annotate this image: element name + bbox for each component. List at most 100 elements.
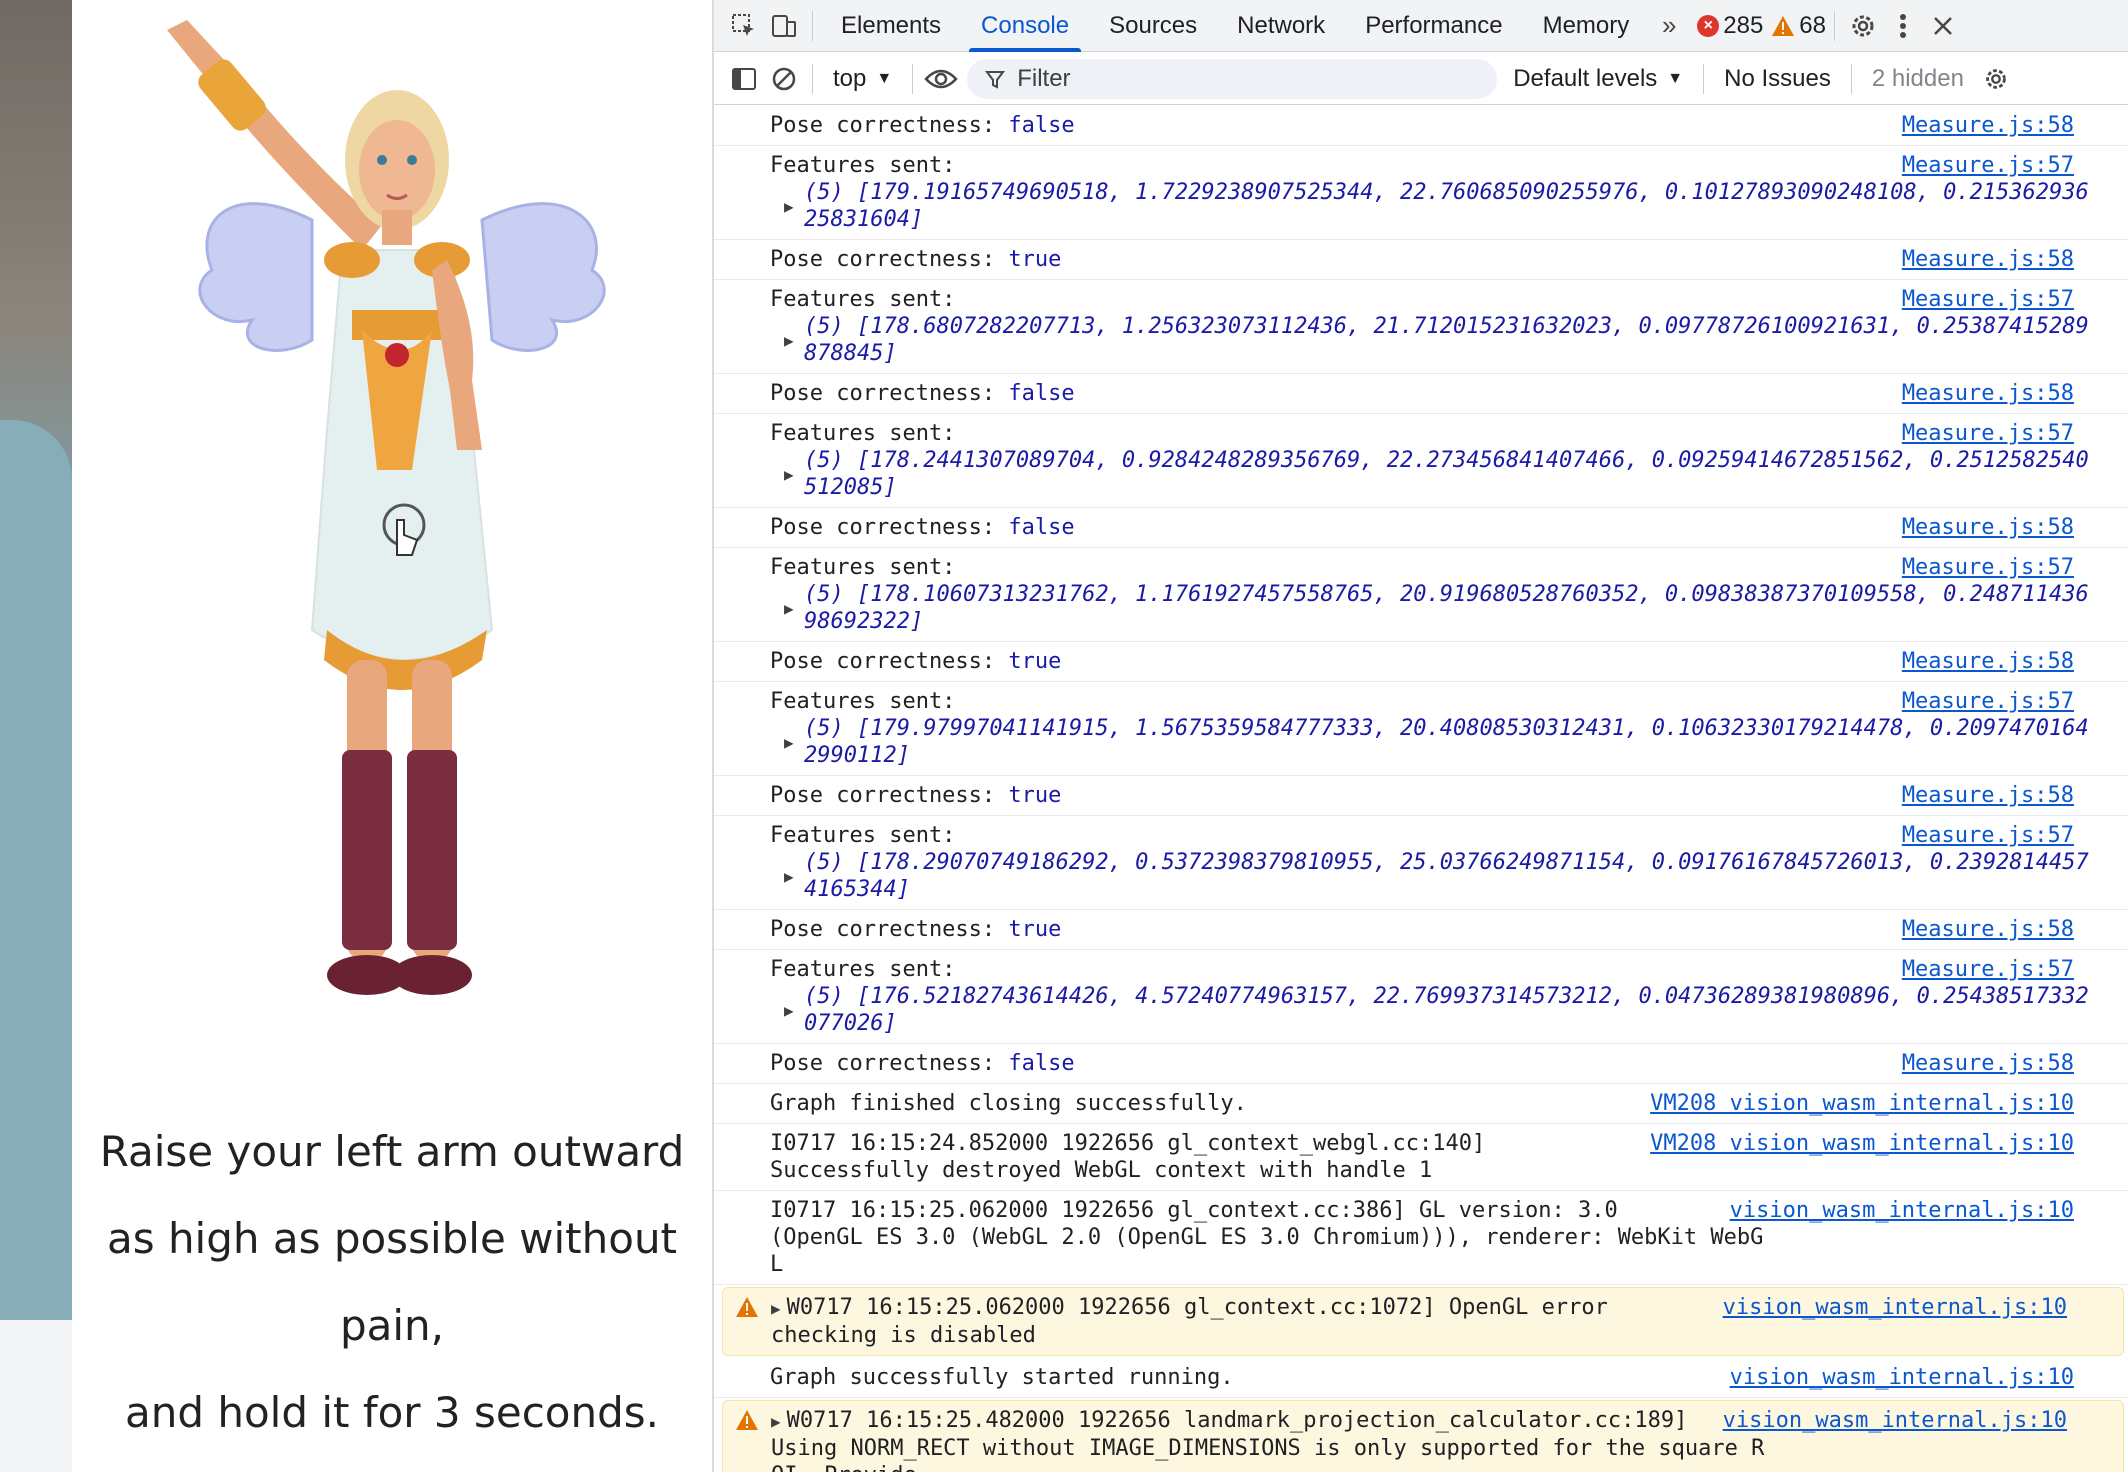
log-text: Graph finished closing successfully. — [770, 1091, 1247, 1116]
expand-triangle-icon[interactable]: ▶ — [771, 1412, 781, 1431]
boolean-value: true — [1008, 649, 1062, 674]
array-preview[interactable]: ▶ (5) [179.97997041141915, 1.567535958477… — [770, 715, 2092, 769]
tab-performance[interactable]: Performance — [1345, 0, 1522, 52]
source-link[interactable]: VM208 vision_wasm_internal.js:10 — [1650, 1130, 2074, 1157]
warning-icon — [736, 1410, 758, 1430]
source-link[interactable]: Measure.js:58 — [1902, 514, 2074, 541]
array-preview[interactable]: ▶ (5) [178.6807282207713, 1.2563230731124… — [770, 313, 2092, 367]
console-message-row: Measure.js:57 Features sent: ▶ (5) [179.191… — [714, 146, 2128, 240]
array-preview[interactable]: ▶ (5) [178.29070749186292, 0.537239837981… — [770, 849, 2092, 903]
expand-triangle-icon[interactable]: ▶ — [784, 327, 794, 354]
source-link[interactable]: vision_wasm_internal.js:10 — [1723, 1407, 2067, 1434]
error-icon: × — [1697, 14, 1720, 37]
tab-sources[interactable]: Sources — [1089, 0, 1217, 52]
inspect-element-icon[interactable] — [724, 6, 764, 46]
source-link[interactable]: Measure.js:57 — [1902, 152, 2074, 179]
issues-button[interactable]: No Issues — [1712, 65, 1843, 93]
source-link[interactable]: vision_wasm_internal.js:10 — [1730, 1364, 2074, 1391]
settings-gear-icon[interactable] — [1843, 6, 1883, 46]
tab-elements[interactable]: Elements — [821, 0, 961, 52]
array-preview[interactable]: ▶ (5) [176.52182743614426, 4.572407749631… — [770, 983, 2092, 1037]
dropdown-arrow-icon: ▼ — [1667, 69, 1684, 87]
source-link[interactable]: Measure.js:58 — [1902, 246, 2074, 273]
right-wing — [480, 202, 606, 352]
close-devtools-icon[interactable] — [1923, 6, 1963, 46]
source-link[interactable]: VM208 vision_wasm_internal.js:10 — [1650, 1090, 2074, 1117]
expand-triangle-icon[interactable]: ▶ — [784, 595, 794, 622]
array-text: (5) [178.10607313231762, 1.1761927457558… — [804, 582, 2089, 634]
device-toolbar-icon[interactable] — [764, 6, 804, 46]
tab-console[interactable]: Console — [961, 0, 1089, 52]
warning-icon — [1772, 15, 1795, 36]
source-link[interactable]: Measure.js:57 — [1902, 286, 2074, 313]
source-link[interactable]: Measure.js:58 — [1902, 648, 2074, 675]
game-canvas[interactable]: Raise your left arm outward as high as p… — [72, 0, 712, 1472]
console-message-row: vision_wasm_internal.js:10 Graph successf… — [714, 1358, 2128, 1398]
warning-counter[interactable]: 68 — [1771, 12, 1826, 40]
array-text: (5) [179.97997041141915, 1.5675359584777… — [804, 716, 2089, 768]
more-tabs-chevron-icon[interactable]: » — [1649, 6, 1689, 46]
kebab-menu-icon[interactable] — [1883, 6, 1923, 46]
source-link[interactable]: Measure.js:58 — [1902, 380, 2074, 407]
log-levels-dropdown[interactable]: Default levels ▼ — [1501, 65, 1695, 93]
expand-triangle-icon[interactable]: ▶ — [784, 193, 794, 220]
webcam-user-pants — [0, 1320, 72, 1472]
console-message-row: Measure.js:57 Features sent: ▶ (5) [178.680… — [714, 280, 2128, 374]
log-levels-label: Default levels — [1513, 64, 1658, 92]
left-wing — [198, 202, 314, 352]
boolean-value: true — [1008, 783, 1062, 808]
source-link[interactable]: Measure.js:57 — [1902, 420, 2074, 447]
array-text: (5) [178.2441307089704, 0.92842482893567… — [804, 448, 2089, 500]
boolean-value: false — [1008, 515, 1075, 540]
expand-triangle-icon[interactable]: ▶ — [784, 461, 794, 488]
expand-triangle-icon[interactable]: ▶ — [784, 997, 794, 1024]
heart-gem — [385, 343, 409, 367]
clear-console-icon[interactable] — [764, 59, 804, 99]
array-preview[interactable]: ▶ (5) [178.2441307089704, 0.9284248289356… — [770, 447, 2092, 501]
filter-input[interactable] — [1017, 64, 1458, 93]
boolean-value: false — [1008, 113, 1075, 138]
webcam-user-shirt — [0, 420, 72, 1320]
error-count: 285 — [1723, 11, 1764, 39]
sidebar-toggle-icon[interactable] — [724, 59, 764, 99]
console-message-row: Measure.js:57 Features sent: ▶ (5) [179.979… — [714, 682, 2128, 776]
source-link[interactable]: Measure.js:58 — [1902, 1050, 2074, 1077]
error-counter[interactable]: × 285 — [1697, 12, 1763, 40]
tab-memory[interactable]: Memory — [1523, 0, 1650, 52]
source-link[interactable]: Measure.js:58 — [1902, 112, 2074, 139]
source-link[interactable]: vision_wasm_internal.js:10 — [1730, 1197, 2074, 1224]
expand-triangle-icon[interactable]: ▶ — [784, 863, 794, 890]
live-expression-eye-icon[interactable] — [921, 59, 961, 99]
source-link[interactable]: Measure.js:57 — [1902, 554, 2074, 581]
boolean-value: true — [1008, 247, 1062, 272]
source-link[interactable]: Measure.js:57 — [1902, 822, 2074, 849]
warning-icon — [736, 1297, 758, 1317]
source-link[interactable]: Measure.js:58 — [1902, 782, 2074, 809]
source-link[interactable]: Measure.js:57 — [1902, 688, 2074, 715]
warning-count: 68 — [1799, 11, 1826, 39]
log-text: W0717 16:15:25.062000 1922656 gl_context… — [771, 1295, 1608, 1348]
console-message-row: Measure.js:58 Pose correctness: false — [714, 374, 2128, 414]
log-label: Features sent: — [770, 421, 956, 446]
log-label: Pose correctness: — [770, 113, 996, 138]
source-link[interactable]: vision_wasm_internal.js:10 — [1723, 1294, 2067, 1321]
log-label: Features sent: — [770, 153, 956, 178]
expand-triangle-icon[interactable]: ▶ — [784, 729, 794, 756]
log-label: Pose correctness: — [770, 649, 996, 674]
log-label: Features sent: — [770, 689, 956, 714]
source-link[interactable]: Measure.js:58 — [1902, 916, 2074, 943]
console-toolbar: top ▼ Default levels ▼ No Issues 2 hidde… — [714, 53, 2128, 105]
log-text: I0717 16:15:25.062000 1922656 gl_context… — [770, 1198, 1764, 1277]
array-preview[interactable]: ▶ (5) [179.19165749690518, 1.722923890752… — [770, 179, 2092, 233]
filter-field[interactable] — [967, 58, 1498, 99]
console-settings-gear-icon[interactable] — [1976, 59, 2016, 99]
tab-network[interactable]: Network — [1217, 0, 1345, 52]
context-selector[interactable]: top ▼ — [821, 65, 904, 93]
console-message-row: Measure.js:58 Pose correctness: true — [714, 776, 2128, 816]
boolean-value: false — [1008, 381, 1075, 406]
array-preview[interactable]: ▶ (5) [178.10607313231762, 1.176192745755… — [770, 581, 2092, 635]
source-link[interactable]: Measure.js:57 — [1902, 956, 2074, 983]
instruction-line: Raise your left arm outward — [99, 1127, 685, 1176]
expand-triangle-icon[interactable]: ▶ — [771, 1299, 781, 1318]
exercise-instruction: Raise your left arm outward as high as p… — [72, 1108, 712, 1456]
